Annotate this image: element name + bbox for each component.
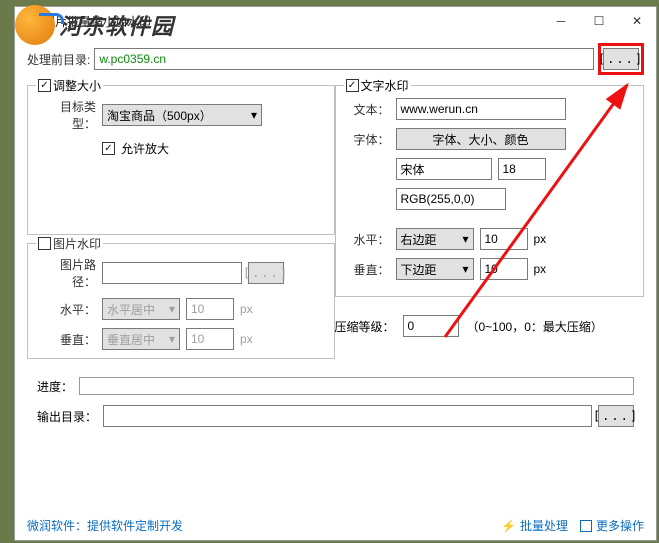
text-v-unit: px xyxy=(534,262,547,276)
font-size-field[interactable]: 18 xyxy=(498,158,546,180)
chevron-down-icon: ▾ xyxy=(462,262,468,276)
chevron-down-icon: ▾ xyxy=(251,108,257,122)
text-v-label: 垂直： xyxy=(346,261,390,278)
progress-bar xyxy=(79,377,634,395)
resize-group: 调整大小 目标类型： 淘宝商品（500px） ▾ 允许放大 xyxy=(27,85,335,235)
compress-value[interactable]: 0 xyxy=(403,315,459,337)
app-window: 图片批量缩小加水印 ─ ☐ ✕ 河东软件园 处理前目录: [...] 调整大小 … xyxy=(14,6,657,541)
text-h-value[interactable]: 10 xyxy=(480,228,528,250)
chevron-down-icon: ▾ xyxy=(462,232,468,246)
image-h-unit: px xyxy=(240,302,253,316)
chevron-down-icon: ▾ xyxy=(169,332,175,346)
minimize-button[interactable]: ─ xyxy=(542,7,580,35)
progress-label: 进度： xyxy=(37,378,73,395)
text-h-unit: px xyxy=(534,232,547,246)
image-h-select[interactable]: 水平居中▾ xyxy=(102,298,180,320)
image-watermark-group: 图片水印 图片路径： [...] 水平： 水平居中▾ 10 px 垂直： 垂直居… xyxy=(27,243,335,359)
more-actions-button[interactable]: 更多操作 xyxy=(580,517,644,534)
text-h-select[interactable]: 右边距▾ xyxy=(396,228,474,250)
window-title: 图片批量缩小加水印 xyxy=(43,13,542,30)
text-h-label: 水平： xyxy=(346,231,390,248)
input-dir-browse-button[interactable]: [...] xyxy=(603,48,639,70)
output-row: 输出目录： [...] xyxy=(15,399,656,433)
progress-row: 进度： xyxy=(15,367,656,399)
text-watermark-group: 文字水印 文本： www.werun.cn 字体： 字体、大小、颜色 宋体 18… xyxy=(335,85,645,297)
image-v-unit: px xyxy=(240,332,253,346)
allow-enlarge-checkbox[interactable] xyxy=(102,142,115,155)
target-type-select[interactable]: 淘宝商品（500px） ▾ xyxy=(102,104,262,126)
image-h-value[interactable]: 10 xyxy=(186,298,234,320)
output-dir-browse-button[interactable]: [...] xyxy=(598,405,634,427)
font-button[interactable]: 字体、大小、颜色 xyxy=(396,128,566,150)
image-v-value[interactable]: 10 xyxy=(186,328,234,350)
compress-row: 压缩等级： 0 （0~100，0：最大压缩） xyxy=(335,305,645,337)
vendor-link[interactable]: 微润软件：提供软件定制开发 xyxy=(27,517,183,534)
input-dir-label: 处理前目录: xyxy=(27,51,90,68)
text-v-select[interactable]: 下边距▾ xyxy=(396,258,474,280)
batch-process-button[interactable]: ⚡ 批量处理 xyxy=(501,517,568,534)
compress-label: 压缩等级： xyxy=(335,318,395,335)
output-dir-field[interactable] xyxy=(103,405,592,427)
lightning-icon: ⚡ xyxy=(501,519,516,533)
resize-checkbox[interactable] xyxy=(38,79,51,92)
close-button[interactable]: ✕ xyxy=(618,7,656,35)
menu-icon xyxy=(580,520,592,532)
text-watermark-checkbox[interactable] xyxy=(346,79,359,92)
font-color-field[interactable]: RGB(255,0,0) xyxy=(396,188,506,210)
compress-hint: （0~100，0：最大压缩） xyxy=(467,318,603,335)
image-h-label: 水平： xyxy=(38,301,96,318)
font-label: 字体： xyxy=(346,131,390,148)
output-label: 输出目录： xyxy=(37,408,97,425)
image-path-field[interactable] xyxy=(102,262,242,284)
resize-legend: 调整大小 xyxy=(53,77,101,94)
app-icon xyxy=(21,13,37,29)
font-name-field[interactable]: 宋体 xyxy=(396,158,492,180)
text-value-field[interactable]: www.werun.cn xyxy=(396,98,566,120)
image-path-label: 图片路径： xyxy=(38,256,96,290)
target-type-label: 目标类型： xyxy=(38,98,96,132)
footer: 微润软件：提供软件定制开发 ⚡ 批量处理 更多操作 xyxy=(27,517,644,534)
text-label: 文本： xyxy=(346,101,390,118)
image-path-browse-button[interactable]: [...] xyxy=(248,262,284,284)
maximize-button[interactable]: ☐ xyxy=(580,7,618,35)
input-dir-field[interactable] xyxy=(94,48,594,70)
image-watermark-legend: 图片水印 xyxy=(53,235,101,252)
image-watermark-checkbox[interactable] xyxy=(38,237,51,250)
image-v-label: 垂直： xyxy=(38,331,96,348)
chevron-down-icon: ▾ xyxy=(169,302,175,316)
text-watermark-legend: 文字水印 xyxy=(361,77,409,94)
titlebar: 图片批量缩小加水印 ─ ☐ ✕ xyxy=(15,7,656,35)
highlight-box: [...] xyxy=(598,43,644,75)
text-v-value[interactable]: 10 xyxy=(480,258,528,280)
allow-enlarge-label: 允许放大 xyxy=(121,140,169,157)
image-v-select[interactable]: 垂直居中▾ xyxy=(102,328,180,350)
input-dir-row: 处理前目录: [...] xyxy=(15,35,656,85)
